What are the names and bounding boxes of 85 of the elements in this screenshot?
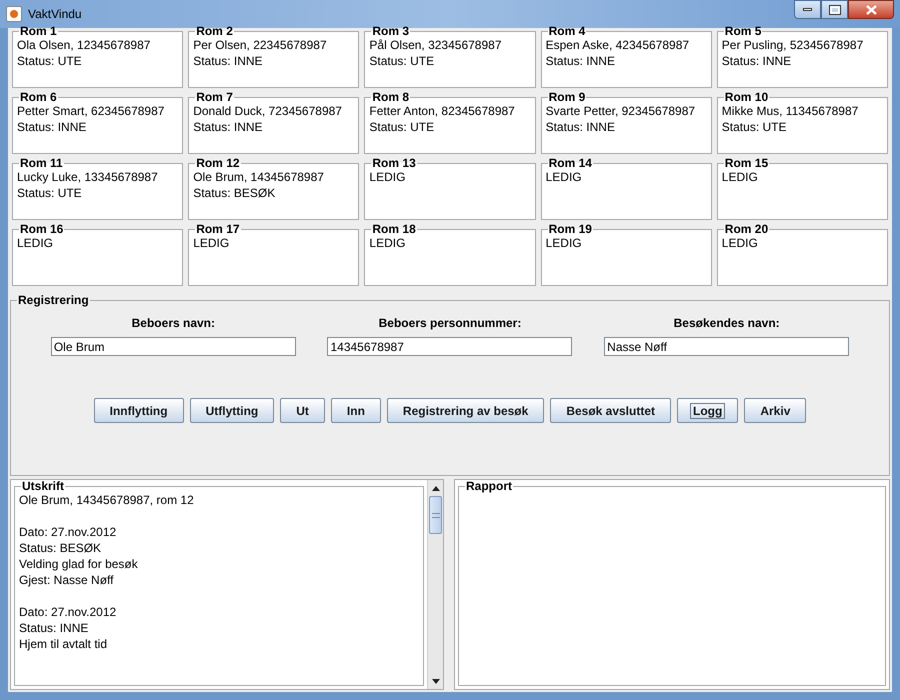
room-info: LEDIG [17, 235, 54, 251]
room-info: LEDIG [369, 169, 406, 185]
group-title: Rom 3 [371, 25, 410, 37]
field-label: Beboers navn: [132, 316, 215, 330]
room-info: Status: INNE [546, 53, 616, 69]
room-info: Mikke Mus, 11345678987 [722, 103, 860, 119]
output-line: Velding glad for besøk [19, 556, 139, 572]
output-line: Hjem til avtalt tid [19, 636, 108, 652]
room-info: Status: BESØK [193, 185, 276, 201]
room-info: LEDIG [546, 235, 583, 251]
maximize-button[interactable] [821, 0, 848, 19]
minimize-button[interactable] [794, 0, 821, 19]
room-info: Fetter Anton, 82345678987 [369, 103, 516, 119]
room-info: Per Olsen, 22345678987 [193, 37, 328, 53]
field-label: Besøkendes navn: [674, 316, 780, 330]
action-button[interactable]: Ut [280, 398, 325, 423]
group-title: Rom 16 [19, 223, 64, 235]
room-info: Petter Smart, 62345678987 [17, 103, 166, 119]
output-line: Ole Brum, 14345678987, rom 12 [19, 492, 195, 508]
room-info: Status: INNE [546, 119, 616, 135]
room-info: Status: UTE [722, 119, 788, 135]
room-info: Lucky Luke, 13345678987 [17, 169, 159, 185]
room-info: Donald Duck, 72345678987 [193, 103, 343, 119]
group-title: Rom 19 [548, 223, 593, 235]
window-title: VaktVindu [28, 6, 82, 23]
group-title: Rom 1 [19, 25, 58, 37]
field-label: Beboers personnummer: [378, 316, 522, 330]
group-title: Rom 15 [724, 157, 770, 169]
group-title: Registrering [17, 294, 90, 306]
group-title: Rom 11 [19, 157, 64, 169]
room-info: Status: INNE [722, 53, 792, 69]
room-info: Status: INNE [17, 119, 88, 135]
action-button[interactable]: Besøk avsluttet [550, 398, 672, 423]
room-info: Per Pusling, 52345678987 [722, 37, 864, 53]
app-icon [6, 6, 22, 22]
group-title: Rom 5 [724, 25, 762, 37]
action-button[interactable]: Registrering av besøk [386, 398, 544, 423]
output-line: Dato: 27.nov.2012 [19, 604, 118, 620]
room-info: Status: INNE [193, 53, 264, 69]
scrollbar[interactable] [427, 480, 443, 689]
room-info: Status: UTE [369, 119, 436, 135]
room-info: Status: UTE [369, 53, 436, 69]
action-button[interactable]: Innflytting [94, 398, 184, 423]
output-line: Status: INNE [19, 620, 90, 636]
room-info: Ole Brum, 14345678987 [193, 169, 325, 185]
close-icon [866, 4, 876, 14]
group-title: Rom 14 [548, 157, 593, 169]
group-title: Rom 18 [371, 223, 417, 235]
text-field[interactable]: 14345678987 [327, 337, 572, 356]
action-button[interactable]: Arkiv [744, 398, 806, 423]
room-info: LEDIG [546, 169, 583, 185]
output-line: Status: BESØK [19, 540, 102, 556]
action-button[interactable]: Logg [677, 398, 738, 423]
action-button[interactable]: Inn [330, 398, 381, 423]
group-title: Rom 10 [724, 91, 770, 103]
group-title: Rom 4 [548, 25, 586, 37]
group-title: Rom 12 [195, 157, 241, 169]
group-title: Rom 2 [195, 25, 234, 37]
room-info: Ola Olsen, 12345678987 [17, 37, 152, 53]
text-field[interactable]: Nasse Nøff [604, 337, 850, 356]
room-info: Svarte Petter, 92345678987 [546, 103, 696, 119]
room-info: LEDIG [193, 235, 230, 251]
group-title: Rom 9 [548, 91, 586, 103]
room-info: Espen Aske, 42345678987 [546, 37, 690, 53]
group-title: Rom 7 [195, 91, 234, 103]
action-button[interactable]: Utflytting [190, 398, 274, 423]
room-info: Pål Olsen, 32345678987 [369, 37, 502, 53]
group-title: Rom 13 [371, 157, 417, 169]
room-info: Status: UTE [17, 53, 83, 69]
room-info: LEDIG [369, 235, 406, 251]
group-title: Rom 6 [19, 91, 58, 103]
group-title: Utskrift [21, 480, 66, 492]
scroll-thumb[interactable] [429, 496, 442, 534]
room-info: Status: INNE [193, 119, 264, 135]
room-info: LEDIG [722, 169, 759, 185]
room-info: Status: UTE [17, 185, 83, 201]
text-field[interactable]: Ole Brum [50, 337, 296, 356]
group-title: Rapport [465, 480, 513, 492]
room-info: LEDIG [722, 235, 759, 251]
output-line: Gjest: Nasse Nøff [19, 572, 114, 588]
group-title: Rom 8 [371, 91, 410, 103]
group-title: Rom 17 [195, 223, 241, 235]
output-line: Dato: 27.nov.2012 [19, 524, 118, 540]
group-title: Rom 20 [724, 223, 770, 235]
close-button[interactable] [848, 0, 894, 19]
